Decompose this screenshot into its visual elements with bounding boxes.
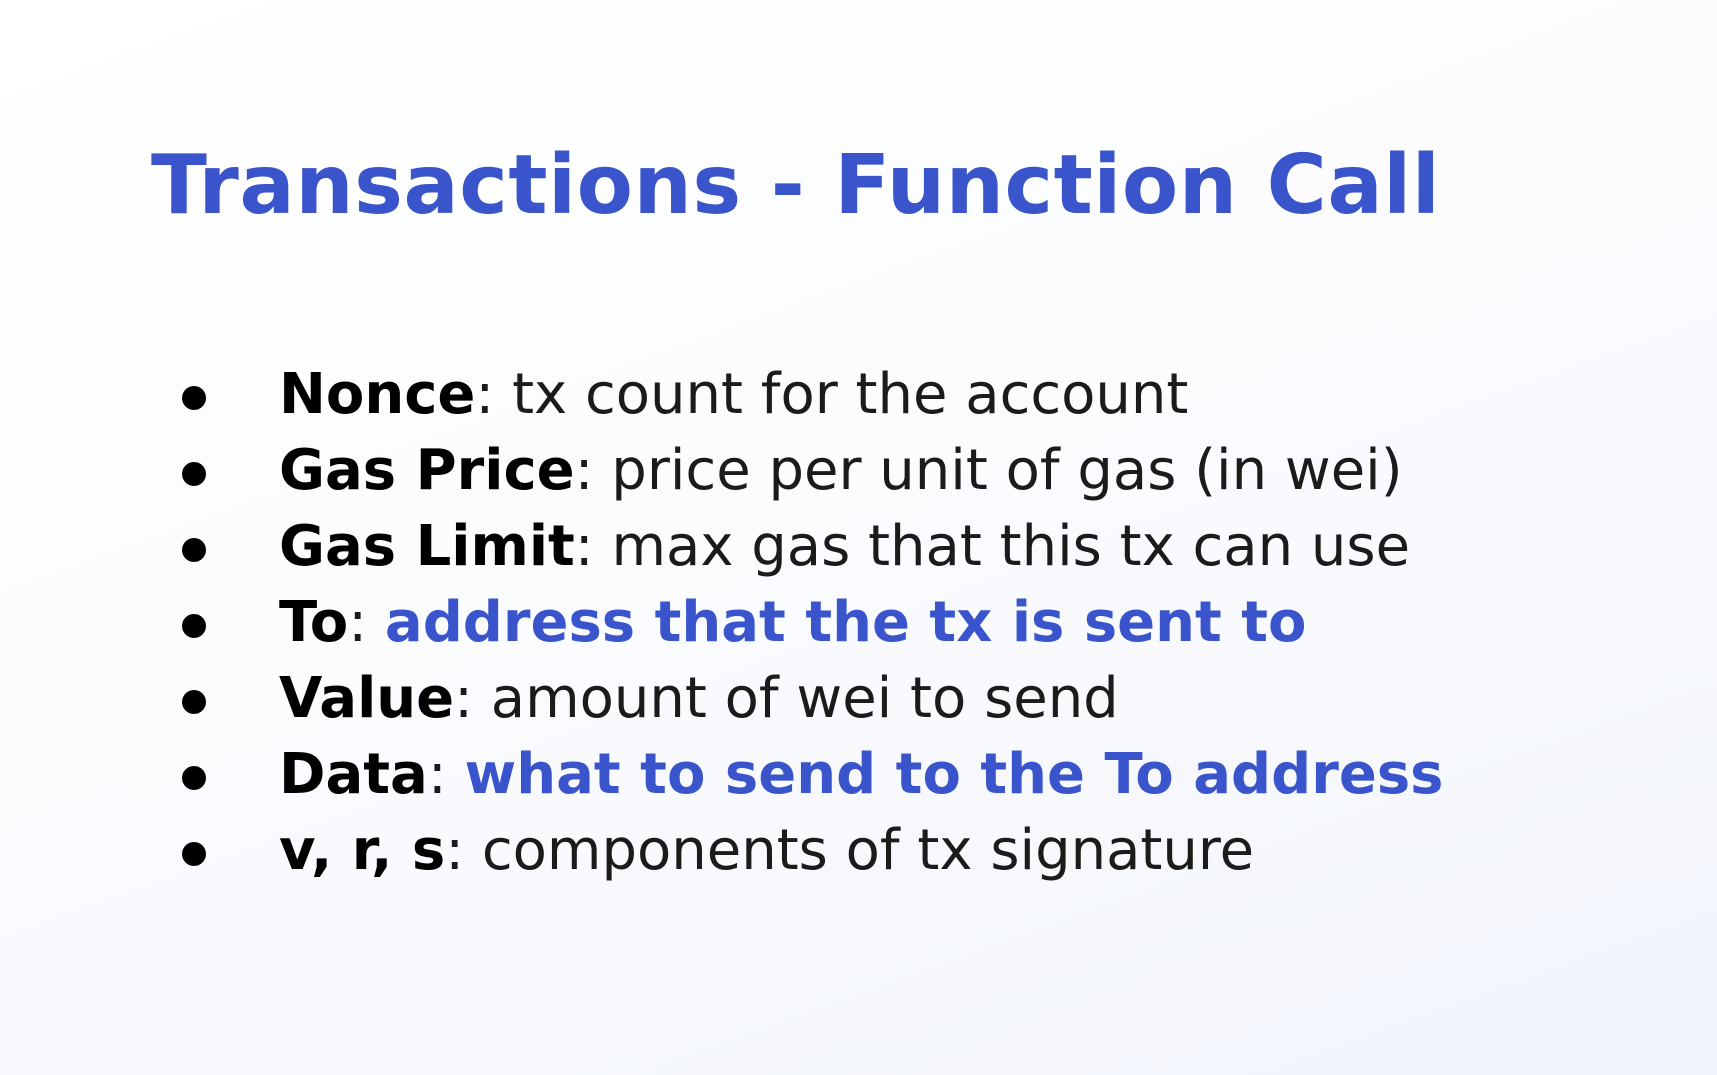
field-separator: : — [445, 818, 482, 883]
list-item-gas-limit: Gas Limit: max gas that this tx can use — [180, 509, 1443, 585]
slide: Transactions - Function Call Nonce: tx c… — [0, 0, 1717, 1075]
field-term: Nonce — [279, 362, 476, 427]
list-item-data: Data: what to send to the To address — [180, 737, 1443, 813]
bullet-icon — [182, 538, 206, 562]
field-description-highlighted: address that the tx is sent to — [384, 590, 1307, 655]
slide-title: Transactions - Function Call — [151, 138, 1441, 233]
field-separator: : — [574, 514, 612, 579]
list-item-gas-price: Gas Price: price per unit of gas (in wei… — [180, 433, 1443, 509]
bullet-icon — [182, 842, 206, 866]
bullet-icon — [182, 614, 206, 638]
transaction-field-list: Nonce: tx count for the account Gas Pric… — [180, 357, 1443, 889]
field-term: To — [279, 590, 349, 655]
field-term: Gas Price — [279, 438, 575, 503]
bullet-icon — [182, 462, 206, 486]
bullet-icon — [182, 766, 206, 790]
field-separator: : — [574, 438, 612, 503]
bullet-icon — [182, 386, 206, 410]
field-description: tx count for the account — [512, 362, 1189, 427]
field-description: price per unit of gas (in wei) — [611, 438, 1403, 503]
list-item-to: To: address that the tx is sent to — [180, 585, 1443, 661]
field-separator: : — [348, 590, 385, 655]
field-separator: : — [475, 362, 513, 427]
field-separator: : — [454, 666, 491, 731]
list-item-nonce: Nonce: tx count for the account — [180, 357, 1443, 433]
field-description: amount of wei to send — [490, 666, 1119, 731]
field-term: v, r, s — [279, 818, 446, 883]
field-description-highlighted: what to send to the To address — [464, 742, 1444, 807]
field-term: Gas Limit — [279, 514, 575, 579]
field-description: components of tx signature — [481, 818, 1255, 883]
list-item-value: Value: amount of wei to send — [180, 661, 1443, 737]
bullet-icon — [182, 690, 206, 714]
field-term: Data — [279, 742, 428, 807]
list-item-vrs: v, r, s: components of tx signature — [180, 813, 1443, 889]
field-description: max gas that this tx can use — [611, 514, 1411, 579]
field-term: Value — [279, 666, 455, 731]
field-separator: : — [427, 742, 465, 807]
